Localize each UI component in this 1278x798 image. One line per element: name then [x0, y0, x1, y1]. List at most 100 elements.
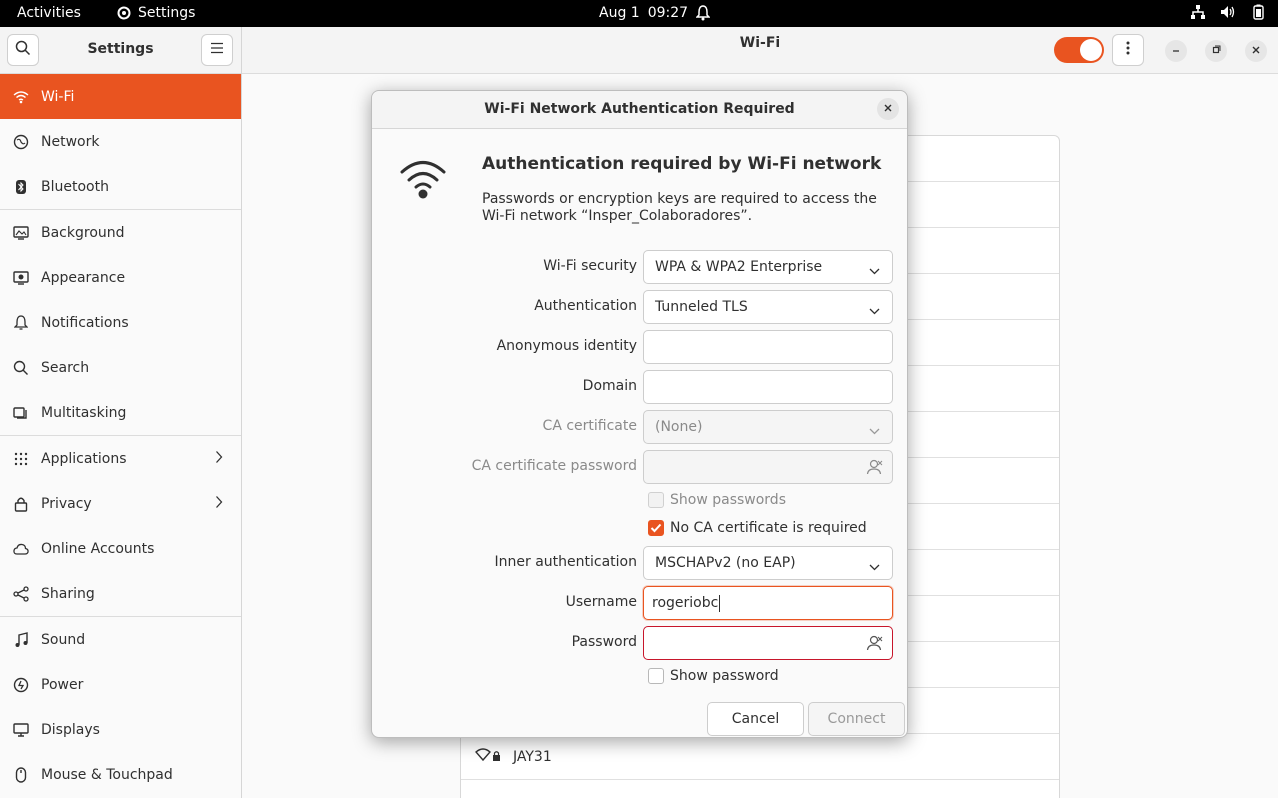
- network-row-jay31[interactable]: JAY31: [461, 734, 1059, 780]
- inner-authentication-select[interactable]: MSCHAPv2 (no EAP): [643, 546, 893, 580]
- checkbox-box: [648, 492, 664, 508]
- no-ca-required-checkbox[interactable]: No CA certificate is required: [648, 520, 867, 536]
- app-menu[interactable]: Settings: [116, 5, 195, 21]
- sidebar-item-appearance[interactable]: Appearance: [0, 255, 241, 300]
- show-passwords-checkbox[interactable]: Show passwords: [648, 492, 786, 508]
- sidebar-item-background[interactable]: Background: [0, 210, 241, 255]
- password-storage-icon[interactable]: [866, 459, 884, 479]
- sidebar-item-mouse-touchpad[interactable]: Mouse & Touchpad: [0, 752, 241, 797]
- sidebar-item-applications[interactable]: Applications: [0, 436, 241, 481]
- ca-certificate-select[interactable]: (None): [643, 410, 893, 444]
- sidebar: Settings Wi-Fi Network Bluetooth Backgro…: [0, 27, 242, 798]
- system-tray[interactable]: [1190, 4, 1266, 20]
- domain-label: Domain: [582, 378, 637, 394]
- wifi-icon: [12, 88, 30, 106]
- sidebar-item-multitasking[interactable]: Multitasking: [0, 390, 241, 435]
- close-icon: [883, 101, 893, 117]
- wifi-large-icon: [400, 157, 446, 203]
- cloud-icon: [12, 540, 30, 558]
- authentication-value: Tunneled TLS: [655, 299, 748, 315]
- sidebar-item-sharing[interactable]: Sharing: [0, 571, 241, 616]
- multitasking-icon: [12, 404, 30, 422]
- sidebar-item-label: Search: [41, 359, 90, 376]
- bluetooth-icon: [12, 178, 30, 196]
- lock-icon: [12, 495, 30, 513]
- authentication-select[interactable]: Tunneled TLS: [643, 290, 893, 324]
- ca-certificate-password-field[interactable]: [643, 450, 893, 484]
- sidebar-item-label: Privacy: [41, 495, 92, 512]
- share-icon: [12, 585, 30, 603]
- close-window-button[interactable]: [1245, 40, 1267, 62]
- show-password-checkbox[interactable]: Show password: [648, 668, 779, 684]
- activities-button[interactable]: Activities: [17, 5, 81, 21]
- sidebar-item-label: Appearance: [41, 269, 126, 286]
- clock[interactable]: Aug 1 09:27: [599, 5, 711, 21]
- chevron-right-icon: [215, 450, 223, 468]
- more-options-button[interactable]: [1112, 34, 1144, 66]
- sidebar-item-power[interactable]: Power: [0, 662, 241, 707]
- checkmark-icon: [648, 520, 664, 536]
- maximize-button[interactable]: [1205, 40, 1227, 62]
- wifi-toggle[interactable]: [1054, 37, 1104, 63]
- sidebar-item-network[interactable]: Network: [0, 119, 241, 164]
- sidebar-item-label: Sound: [41, 631, 86, 648]
- password-storage-icon[interactable]: [866, 635, 884, 655]
- menu-button[interactable]: [201, 34, 233, 66]
- sidebar-item-online-accounts[interactable]: Online Accounts: [0, 526, 241, 571]
- password-field[interactable]: [643, 626, 893, 660]
- wifi-secured-icon: [475, 747, 503, 767]
- sidebar-item-wifi[interactable]: Wi-Fi: [0, 74, 241, 119]
- username-field[interactable]: rogeriobc: [643, 586, 893, 620]
- domain-field[interactable]: [643, 370, 893, 404]
- sidebar-item-label: Wi-Fi: [41, 88, 75, 105]
- network-wired-icon: [1190, 4, 1206, 20]
- music-note-icon: [12, 631, 30, 649]
- wifi-security-select[interactable]: WPA & WPA2 Enterprise: [643, 250, 893, 284]
- sidebar-item-label: Notifications: [41, 314, 129, 331]
- anonymous-identity-field[interactable]: [643, 330, 893, 364]
- bell-icon: [12, 314, 30, 332]
- inner-authentication-value: MSCHAPv2 (no EAP): [655, 555, 796, 571]
- sidebar-item-search[interactable]: Search: [0, 345, 241, 390]
- dialog-heading: Authentication required by Wi-Fi network: [482, 154, 882, 174]
- time-label: 09:27: [647, 5, 689, 21]
- ca-certificate-value: (None): [655, 419, 703, 435]
- minimize-icon: [1171, 43, 1181, 59]
- connect-button[interactable]: Connect: [808, 702, 905, 736]
- network-name: JAY31: [513, 748, 552, 765]
- dialog-title: Wi-Fi Network Authentication Required: [484, 101, 795, 117]
- username-value: rogeriobc: [652, 595, 719, 611]
- checkbox-box: [648, 668, 664, 684]
- network-icon: [12, 133, 30, 151]
- grid-icon: [12, 450, 30, 468]
- search-icon: [12, 359, 30, 377]
- gear-icon: [116, 5, 132, 21]
- sidebar-item-bluetooth[interactable]: Bluetooth: [0, 164, 241, 209]
- dialog-close-button[interactable]: [877, 98, 899, 120]
- sidebar-item-label: Network: [41, 133, 100, 150]
- sidebar-item-label: Sharing: [41, 585, 95, 602]
- sidebar-item-sound[interactable]: Sound: [0, 617, 241, 662]
- wifi-security-value: WPA & WPA2 Enterprise: [655, 259, 823, 275]
- kebab-menu-icon: [1126, 41, 1130, 59]
- chevron-down-icon: [869, 559, 880, 575]
- app-name: Settings: [138, 5, 196, 21]
- minimize-button[interactable]: [1165, 40, 1187, 62]
- sidebar-item-privacy[interactable]: Privacy: [0, 481, 241, 526]
- password-label: Password: [571, 634, 637, 650]
- background-icon: [12, 224, 30, 242]
- close-icon: [1251, 43, 1261, 59]
- chevron-down-icon: [869, 423, 880, 439]
- sidebar-item-displays[interactable]: Displays: [0, 707, 241, 752]
- cancel-button[interactable]: Cancel: [707, 702, 804, 736]
- username-label: Username: [565, 594, 637, 610]
- sidebar-item-notifications[interactable]: Notifications: [0, 300, 241, 345]
- text-cursor: [719, 594, 721, 612]
- sidebar-header: Settings: [0, 27, 241, 74]
- ca-certificate-label: CA certificate: [542, 418, 637, 434]
- volume-icon: [1220, 4, 1236, 20]
- date-label: Aug 1: [599, 5, 640, 21]
- chevron-down-icon: [869, 303, 880, 319]
- sidebar-item-label: Bluetooth: [41, 178, 109, 195]
- inner-authentication-label: Inner authentication: [494, 554, 637, 570]
